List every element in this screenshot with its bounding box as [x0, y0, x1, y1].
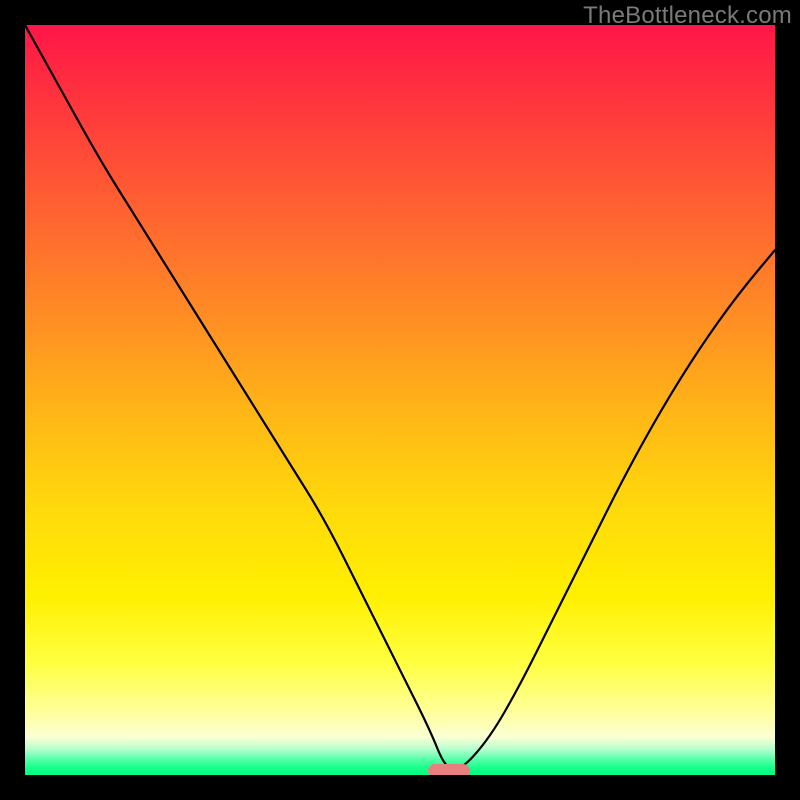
plot-area	[25, 25, 775, 775]
watermark-text: TheBottleneck.com	[583, 2, 792, 30]
chart-frame: TheBottleneck.com	[0, 0, 800, 800]
bottleneck-gradient-background	[25, 25, 775, 775]
